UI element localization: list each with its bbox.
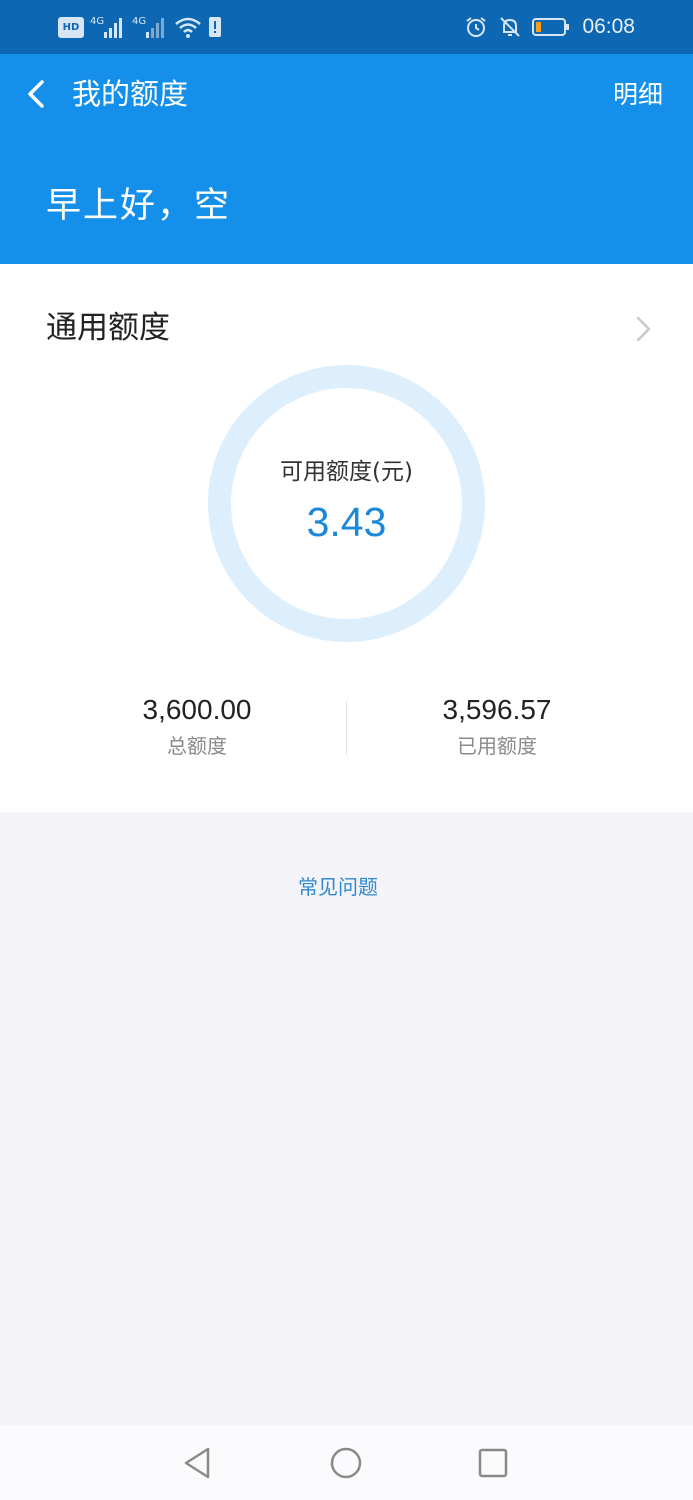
square-recent-icon[interactable] xyxy=(473,1443,513,1483)
chevron-right-icon[interactable] xyxy=(631,314,655,344)
sim-alert-icon xyxy=(209,17,221,37)
total-quota-value: 3,600.00 xyxy=(142,694,252,725)
network-type-2: 4G xyxy=(132,16,146,27)
quota-card: 通用额度 可用额度(元) 3.43 3,600.00 总额度 3,596.57 … xyxy=(0,264,693,812)
status-bar: HD 4G 4G 06:08 xyxy=(0,0,693,54)
faq-link[interactable]: 常见问题 xyxy=(0,872,676,902)
signal-icon-2: 4G xyxy=(132,16,164,38)
used-quota-stat: 3,596.57 已用额度 xyxy=(347,692,647,760)
circle-home-icon[interactable] xyxy=(326,1443,366,1483)
wifi-icon xyxy=(175,17,201,38)
app-header: 我的额度 明细 早上好，空 xyxy=(0,54,693,264)
network-type-1: 4G xyxy=(90,16,104,27)
alarm-icon xyxy=(466,17,487,37)
status-right-group: 06:08 xyxy=(464,12,635,42)
used-quota-label: 已用额度 xyxy=(457,734,537,758)
quota-card-title[interactable]: 通用额度 xyxy=(46,308,170,348)
greeting-text: 早上好，空 xyxy=(46,186,232,226)
system-nav-bar xyxy=(0,1425,693,1500)
available-quota-label: 可用额度(元) xyxy=(280,459,413,485)
page-title: 我的额度 xyxy=(72,77,189,111)
hd-badge: HD xyxy=(58,16,84,38)
status-left-group: HD 4G 4G xyxy=(58,12,222,42)
mute-bell-icon xyxy=(500,17,521,37)
detail-button[interactable]: 明细 xyxy=(613,76,663,114)
triangle-back-icon[interactable] xyxy=(178,1443,218,1483)
used-quota-value: 3,596.57 xyxy=(442,694,552,725)
available-quota-value: 3.43 xyxy=(306,499,387,545)
status-time: 06:08 xyxy=(582,15,635,38)
battery-icon xyxy=(532,18,570,36)
back-arrow-icon[interactable] xyxy=(20,76,56,112)
total-quota-label: 总额度 xyxy=(167,734,227,758)
signal-icon-1: 4G xyxy=(90,16,122,38)
total-quota-stat: 3,600.00 总额度 xyxy=(47,692,347,760)
